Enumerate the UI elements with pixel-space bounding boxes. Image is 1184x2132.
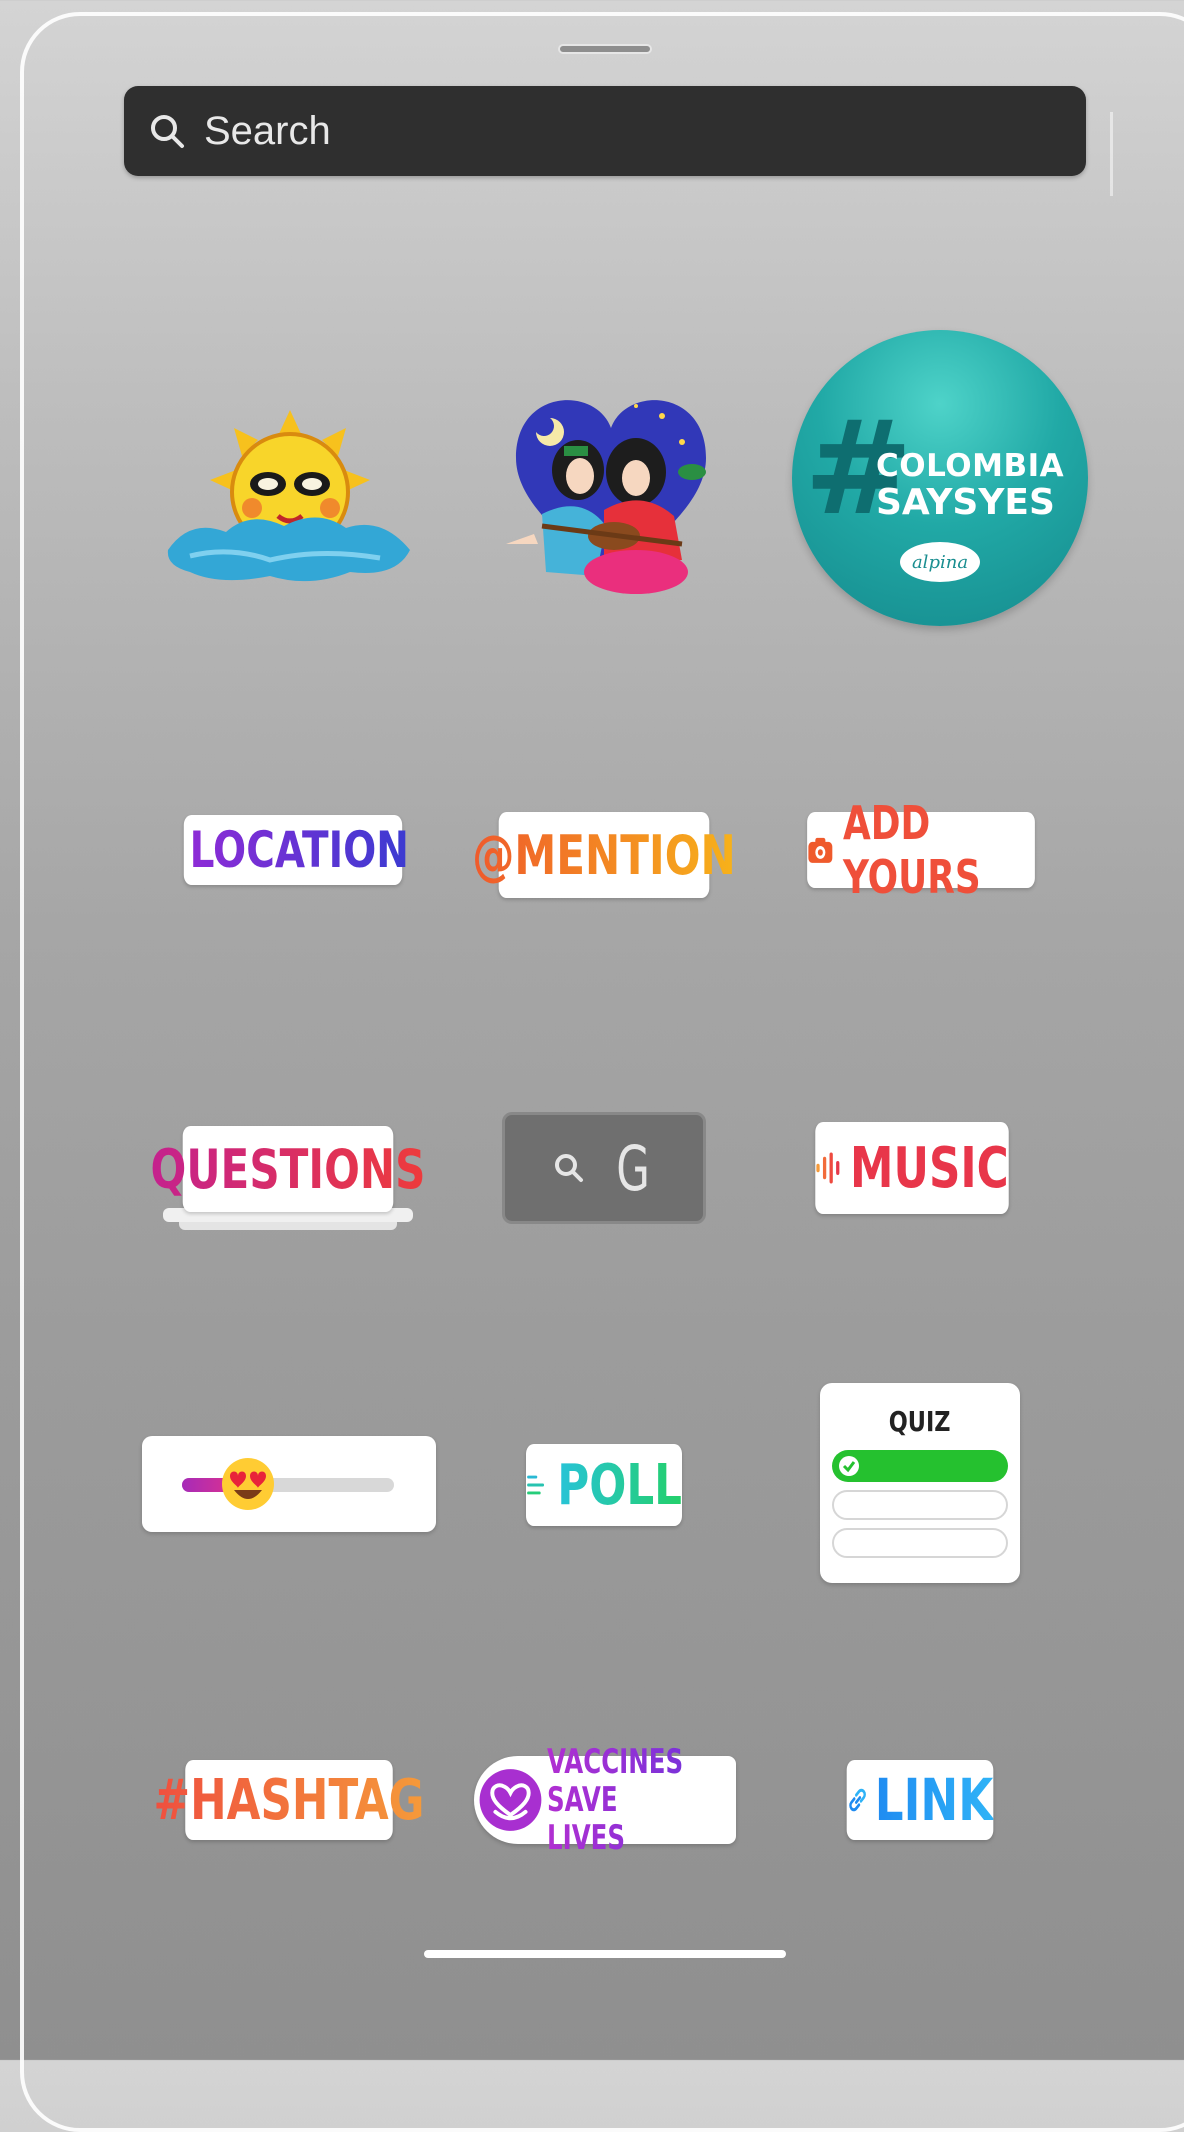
questions-label: QUESTIONS: [150, 1137, 426, 1201]
gif-search-sticker[interactable]: G: [502, 1112, 706, 1224]
scroll-indicator: [1110, 112, 1113, 196]
colombia-line2: SAYSYES: [876, 482, 1055, 523]
sun-cloud-icon: [167, 410, 410, 582]
music-sticker[interactable]: MUSIC: [815, 1122, 1009, 1214]
add-yours-sticker[interactable]: ADD YOURS: [807, 796, 1035, 904]
couple-guitar-icon: [506, 400, 706, 594]
vaccines-save-lives-sticker[interactable]: VACCINES SAVE LIVES: [474, 1743, 736, 1857]
link-label: LINK: [874, 1766, 994, 1834]
search-icon: [151, 115, 184, 148]
sun-cloud-sticker[interactable]: [160, 400, 420, 590]
poll-label: POLL: [557, 1452, 682, 1518]
couple-guitar-sticker[interactable]: [486, 376, 736, 596]
audio-bars-icon: [816, 1152, 840, 1184]
hashtag-sticker[interactable]: #HASHTAG: [153, 1760, 425, 1840]
link-sticker[interactable]: LINK: [846, 1760, 994, 1840]
add-yours-label: ADD YOURS: [842, 796, 981, 904]
hashtag-label: #HASHTAG: [153, 1767, 425, 1833]
heart-eyes-emoji-icon[interactable]: [220, 1456, 276, 1512]
quiz-label: QUIZ: [889, 1405, 951, 1438]
camera-icon: [808, 837, 833, 863]
sheet-grabber[interactable]: [558, 44, 652, 54]
heart-hands-icon: [479, 1769, 542, 1831]
quiz-option: [832, 1528, 1008, 1558]
vaccines-line1: VACCINES: [546, 1742, 684, 1782]
poll-lines-icon: [527, 1475, 545, 1495]
gif-label: G: [616, 1131, 650, 1205]
mention-sticker[interactable]: @MENTION: [472, 812, 736, 898]
colombia-line1: COLOMBIA: [876, 448, 1065, 484]
colombia-says-yes-sticker[interactable]: # COLOMBIA SAYSYES alpina: [792, 330, 1088, 626]
quiz-option-correct: [832, 1450, 1008, 1482]
music-label: MUSIC: [850, 1135, 1009, 1201]
check-circle-icon: [839, 1456, 859, 1476]
location-sticker[interactable]: LOCATION: [183, 815, 409, 885]
location-label: LOCATION: [189, 821, 409, 879]
link-icon: [849, 1788, 866, 1812]
vaccines-line2: SAVE LIVES: [547, 1781, 683, 1857]
home-indicator[interactable]: [424, 1950, 786, 1958]
questions-sticker[interactable]: QUESTIONS: [151, 1126, 425, 1230]
search-icon: [554, 1154, 583, 1182]
quiz-sticker[interactable]: QUIZ: [820, 1383, 1020, 1583]
search-placeholder: Search: [204, 108, 331, 153]
mention-label: @MENTION: [472, 823, 736, 887]
poll-sticker[interactable]: POLL: [526, 1444, 682, 1526]
emoji-slider-sticker[interactable]: [142, 1436, 436, 1532]
search-bar[interactable]: Search: [124, 86, 1086, 176]
alpina-logo: alpina: [900, 542, 980, 582]
questions-card: QUESTIONS: [151, 1126, 425, 1212]
quiz-option: [832, 1490, 1008, 1520]
